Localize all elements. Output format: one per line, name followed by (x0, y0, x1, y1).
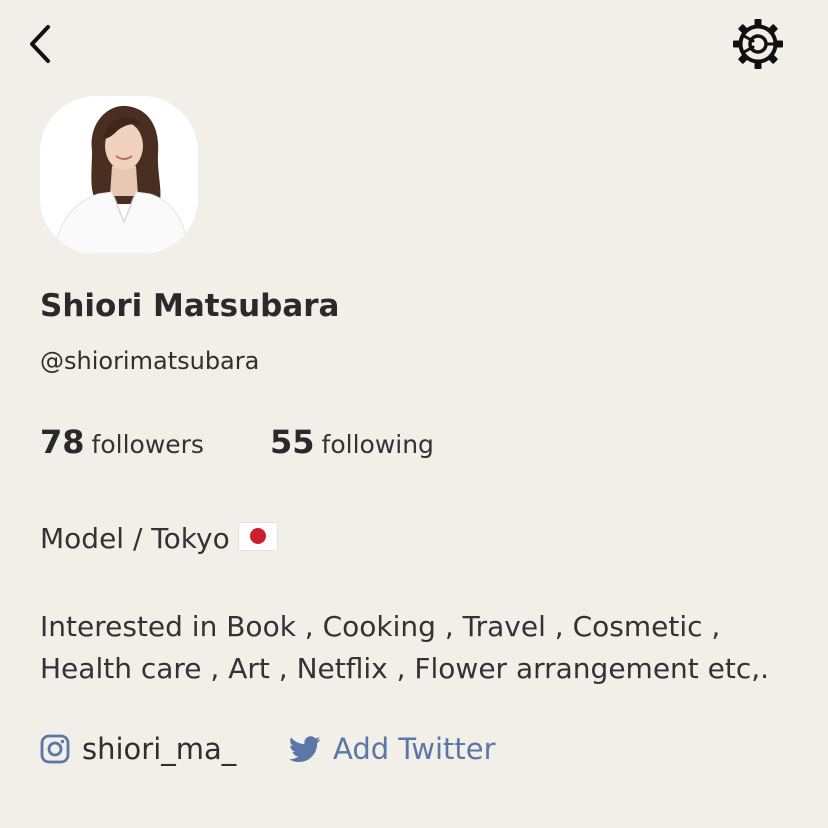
instagram-handle: shiori_ma_ (82, 732, 237, 766)
instagram-link[interactable]: shiori_ma_ (40, 732, 236, 766)
twitter-icon (289, 735, 321, 762)
add-twitter-label: Add Twitter (333, 732, 496, 766)
following-label: following (321, 430, 434, 459)
back-button[interactable] (18, 20, 62, 68)
bio-line-2: Interested in Book , Cooking , Travel , … (40, 610, 721, 643)
add-twitter-button[interactable]: Add Twitter (289, 732, 496, 766)
followers-label: followers (91, 430, 204, 459)
profile-photo (40, 96, 198, 254)
gear-icon (733, 19, 783, 69)
following-count: 55 (270, 423, 315, 461)
following-link[interactable]: 55 following (270, 423, 434, 461)
settings-button[interactable] (728, 14, 788, 74)
avatar[interactable] (40, 96, 198, 254)
profile-handle: @shiorimatsubara (40, 347, 260, 375)
bio-line-1: Model / Tokyo (40, 522, 278, 555)
instagram-icon (40, 734, 70, 764)
bio-text-1: Model / Tokyo (40, 522, 230, 555)
japan-flag-icon (237, 522, 278, 551)
profile-name: Shiori Matsubara (40, 288, 340, 324)
followers-count: 78 (40, 423, 85, 461)
bio-line-3: Health care , Art , Netflix , Flower arr… (40, 652, 770, 685)
followers-link[interactable]: 78 followers (40, 423, 204, 461)
chevron-left-icon (30, 25, 50, 63)
